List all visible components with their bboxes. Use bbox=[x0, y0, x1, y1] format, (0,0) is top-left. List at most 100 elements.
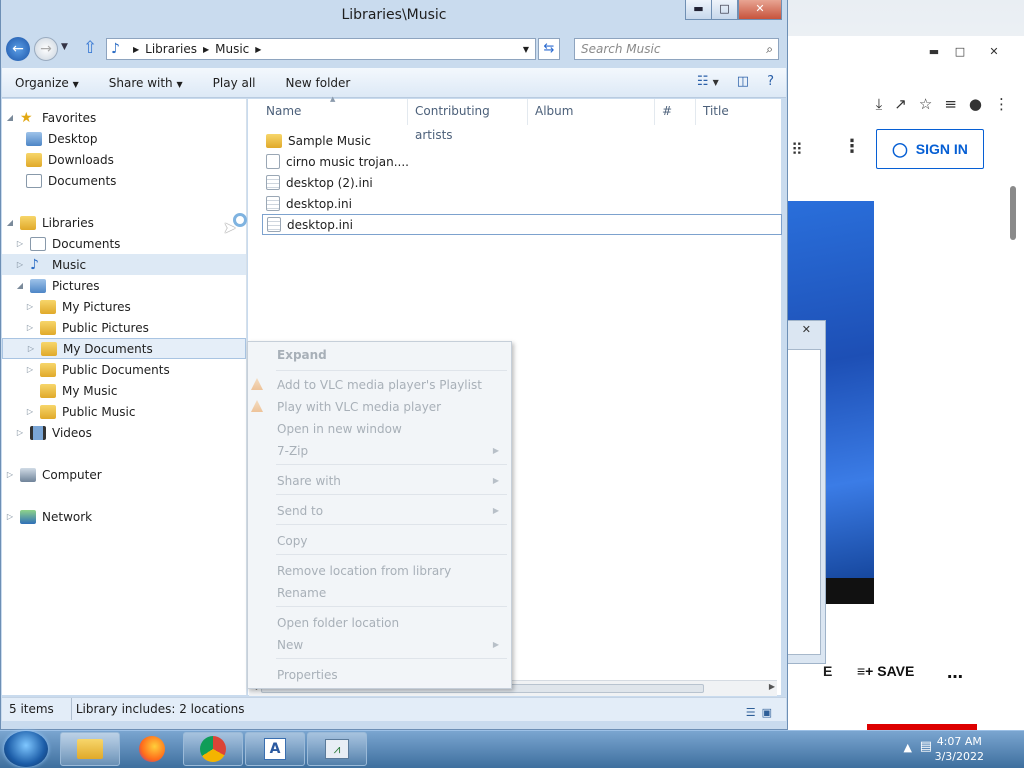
dialog-close-icon[interactable]: ✕ bbox=[802, 323, 811, 336]
nav-my-pictures[interactable]: ▷ My Pictures bbox=[2, 296, 246, 317]
taskbar-explorer[interactable] bbox=[60, 732, 120, 766]
details-view-icon[interactable]: ☰ bbox=[746, 702, 756, 724]
breadcrumb-libraries[interactable]: Libraries bbox=[145, 42, 197, 56]
collapsed-arrow-icon[interactable]: ▷ bbox=[27, 344, 35, 353]
nav-lib-documents[interactable]: ▷ Documents bbox=[2, 233, 246, 254]
collapsed-arrow-icon[interactable]: ▷ bbox=[26, 302, 34, 311]
nav-downloads[interactable]: Downloads bbox=[2, 149, 246, 170]
file-row[interactable]: desktop.ini bbox=[262, 214, 782, 235]
network-tray-icon[interactable]: ▤ bbox=[920, 739, 932, 754]
playlist-icon[interactable]: ≡ bbox=[944, 95, 957, 113]
expand-arrow-icon[interactable]: ◢ bbox=[16, 281, 24, 290]
file-row[interactable]: Sample Music bbox=[262, 130, 782, 151]
recent-pages-dropdown[interactable]: ▼ bbox=[61, 42, 68, 52]
maximize-button[interactable]: □ bbox=[711, 0, 738, 20]
scroll-right-icon[interactable]: ▶ bbox=[769, 682, 775, 691]
partial-button-label[interactable]: E bbox=[823, 663, 832, 679]
start-button[interactable] bbox=[4, 731, 48, 767]
save-button[interactable]: ≡+ SAVE bbox=[857, 663, 914, 679]
preview-pane-icon[interactable]: ◫ bbox=[737, 74, 749, 89]
breadcrumb-music[interactable]: Music bbox=[215, 42, 249, 56]
taskbar-task-manager[interactable]: ⩘ bbox=[307, 732, 367, 766]
address-dropdown-icon[interactable]: ▼ bbox=[523, 45, 529, 54]
browser-maximize-button[interactable]: □ bbox=[949, 44, 971, 60]
nav-network[interactable]: ▷ Network bbox=[2, 506, 246, 527]
search-input[interactable]: Search Music ⌕ bbox=[574, 38, 779, 60]
menu-properties[interactable]: Properties bbox=[277, 668, 338, 682]
nav-favorites[interactable]: ◢ ★ Favorites bbox=[2, 107, 246, 128]
play-all-button[interactable]: Play all bbox=[213, 76, 256, 90]
menu-copy[interactable]: Copy bbox=[277, 534, 307, 548]
menu-7zip[interactable]: 7-Zip bbox=[277, 444, 308, 458]
up-icon[interactable]: ⇧ bbox=[83, 38, 97, 58]
menu-open-folder-location[interactable]: Open folder location bbox=[277, 616, 399, 630]
organize-button[interactable]: Organize ▼ bbox=[15, 76, 79, 90]
minimize-button[interactable]: ▬ bbox=[685, 0, 712, 20]
collapsed-arrow-icon[interactable]: ▷ bbox=[16, 239, 24, 248]
bookmark-star-icon[interactable]: ☆ bbox=[919, 95, 932, 113]
collapsed-arrow-icon[interactable]: ▷ bbox=[6, 512, 14, 521]
nav-desktop[interactable]: Desktop bbox=[2, 128, 246, 149]
help-icon[interactable]: ? bbox=[767, 74, 774, 89]
nav-pictures[interactable]: ◢ Pictures bbox=[2, 275, 246, 296]
nav-libraries[interactable]: ◢ Libraries bbox=[2, 212, 246, 233]
share-icon[interactable]: ↗ bbox=[894, 95, 907, 113]
file-row[interactable]: desktop.ini bbox=[262, 193, 782, 214]
menu-send-to[interactable]: Send to bbox=[277, 504, 323, 518]
menu-new[interactable]: New bbox=[277, 638, 303, 652]
column-track-number[interactable]: # bbox=[656, 99, 696, 125]
menu-share-with[interactable]: Share with bbox=[277, 474, 341, 488]
back-button[interactable]: ← bbox=[6, 37, 30, 61]
column-contributing-artists[interactable]: Contributing artists bbox=[409, 99, 528, 142]
column-album[interactable]: Album bbox=[529, 99, 655, 125]
taskbar-firefox[interactable] bbox=[122, 732, 182, 766]
file-row[interactable]: cirno music trojan.... bbox=[262, 151, 782, 172]
system-clock[interactable]: 4:07 AM 3/3/2022 bbox=[935, 734, 984, 764]
share-with-button[interactable]: Share with ▼ bbox=[109, 76, 183, 90]
refresh-button[interactable]: ⇆ bbox=[538, 38, 560, 60]
collapsed-arrow-icon[interactable]: ▷ bbox=[6, 470, 14, 479]
forward-button[interactable]: → bbox=[34, 37, 58, 61]
collapsed-arrow-icon[interactable]: ▷ bbox=[16, 260, 24, 269]
menu-expand[interactable]: Expand bbox=[277, 348, 327, 362]
nav-my-documents[interactable]: ▷ My Documents bbox=[2, 338, 246, 359]
settings-kebab-icon[interactable]: ⋮ bbox=[843, 136, 861, 157]
address-bar[interactable]: ♪ ▶ Libraries ▶ Music ▶ ▼ bbox=[106, 38, 536, 60]
menu-remove-location[interactable]: Remove location from library bbox=[277, 564, 451, 578]
show-hidden-icons[interactable]: ▲ bbox=[904, 741, 912, 754]
file-row[interactable]: desktop (2).ini bbox=[262, 172, 782, 193]
nav-public-music[interactable]: ▷ Public Music bbox=[2, 401, 246, 422]
search-icon[interactable]: ⌕ bbox=[766, 39, 773, 59]
nav-public-pictures[interactable]: ▷ Public Pictures bbox=[2, 317, 246, 338]
nav-computer[interactable]: ▷ Computer bbox=[2, 464, 246, 485]
menu-rename[interactable]: Rename bbox=[277, 586, 326, 600]
profile-icon[interactable]: ● bbox=[969, 95, 982, 113]
nav-music[interactable]: ▷ ♪ Music bbox=[2, 254, 246, 275]
collapsed-arrow-icon[interactable]: ▷ bbox=[26, 365, 34, 374]
taskbar-chrome[interactable] bbox=[183, 732, 243, 766]
column-title[interactable]: Title bbox=[697, 99, 781, 125]
new-folder-button[interactable]: New folder bbox=[286, 76, 351, 90]
taskbar-wordpad[interactable]: A bbox=[245, 732, 305, 766]
close-button[interactable]: ✕ bbox=[738, 0, 782, 20]
apps-grid-icon[interactable]: ⠿ bbox=[791, 140, 803, 159]
nav-videos[interactable]: ▷ Videos bbox=[2, 422, 246, 443]
expand-arrow-icon[interactable]: ◢ bbox=[6, 218, 14, 227]
nav-my-music[interactable]: My Music bbox=[2, 380, 246, 401]
collapsed-arrow-icon[interactable]: ▷ bbox=[26, 407, 34, 416]
more-actions-icon[interactable]: … bbox=[947, 663, 963, 682]
browser-scrollbar[interactable] bbox=[1010, 186, 1016, 240]
collapsed-arrow-icon[interactable]: ▷ bbox=[26, 323, 34, 332]
menu-play-vlc[interactable]: Play with VLC media player bbox=[277, 400, 441, 414]
collapsed-arrow-icon[interactable]: ▷ bbox=[16, 428, 24, 437]
nav-fav-documents[interactable]: Documents bbox=[2, 170, 246, 191]
browser-close-button[interactable]: ✕ bbox=[983, 44, 1005, 60]
nav-public-documents[interactable]: ▷ Public Documents bbox=[2, 359, 246, 380]
menu-add-vlc-playlist[interactable]: Add to VLC media player's Playlist bbox=[277, 378, 482, 392]
browser-minimize-button[interactable]: ▬ bbox=[923, 44, 945, 60]
change-view-icon[interactable]: ☷ ▼ bbox=[697, 74, 719, 89]
thumbnail-view-icon[interactable]: ▣ bbox=[762, 702, 772, 724]
menu-kebab-icon[interactable]: ⋮ bbox=[994, 95, 1009, 113]
menu-open-new-window[interactable]: Open in new window bbox=[277, 422, 402, 436]
download-icon[interactable]: ⤓ bbox=[876, 95, 883, 113]
